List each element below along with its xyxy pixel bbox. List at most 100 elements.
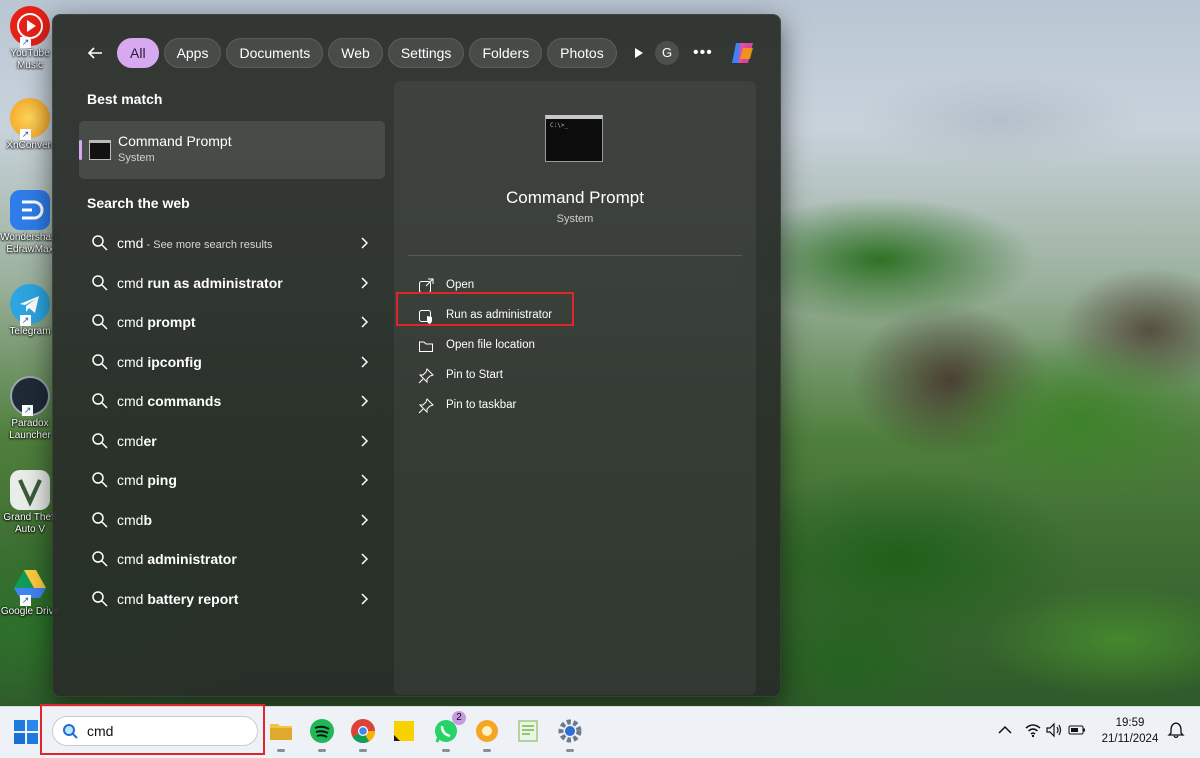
run-as-admin-highlight bbox=[396, 292, 574, 326]
web-suggestion[interactable]: cmd administrator bbox=[79, 541, 385, 581]
taskbar-app-sticky-notes[interactable] bbox=[390, 717, 418, 745]
more-filters-button[interactable] bbox=[625, 39, 651, 67]
chevron-up-icon[interactable] bbox=[996, 721, 1014, 739]
filter-web[interactable]: Web bbox=[328, 38, 383, 68]
system-clock[interactable]: 19:59 21/11/2024 bbox=[1097, 715, 1163, 747]
pin-icon bbox=[418, 398, 434, 414]
suggestion-text: cmd bbox=[117, 274, 148, 291]
taskbar-app-file-explorer[interactable] bbox=[267, 717, 295, 752]
chevron-right-icon bbox=[361, 513, 369, 526]
suggestion-bold: commands bbox=[147, 393, 222, 409]
suggestion-text: cmd bbox=[117, 432, 144, 449]
suggestion-text: cmd bbox=[117, 472, 148, 488]
edrawmax-icon bbox=[10, 190, 50, 230]
web-suggestion[interactable]: cmdb bbox=[79, 502, 385, 542]
desktop-icon-label: YouTube Music bbox=[10, 48, 50, 71]
notification-bell-icon[interactable] bbox=[1167, 721, 1185, 739]
taskbar-app-settings[interactable] bbox=[556, 717, 584, 752]
spotify-icon bbox=[310, 719, 334, 743]
taskbar-app-whatsapp[interactable]: 2 bbox=[432, 711, 466, 752]
search-web-heading: Search the web bbox=[87, 195, 190, 211]
back-button[interactable] bbox=[81, 39, 109, 67]
taskbar-app-spotify[interactable] bbox=[308, 717, 336, 752]
selection-indicator bbox=[79, 140, 82, 160]
filter-documents[interactable]: Documents bbox=[226, 38, 324, 68]
desktop-icon-youtube-music[interactable]: ↗ YouTube Music bbox=[0, 6, 60, 72]
pin-icon bbox=[418, 368, 434, 384]
windows-start-button[interactable] bbox=[13, 719, 39, 745]
desktop-icon-edrawmax[interactable]: Wondershare EdrawMax bbox=[0, 190, 60, 256]
suggestion-text: cmd bbox=[117, 590, 148, 607]
web-suggestion[interactable]: cmd ping bbox=[79, 462, 385, 502]
clock-time: 19:59 bbox=[1115, 717, 1145, 729]
suggestion-text: cmd bbox=[117, 314, 148, 330]
taskbar-app-chrome[interactable] bbox=[349, 717, 377, 752]
desktop-icon-label: Telegram bbox=[9, 326, 51, 337]
notepad-icon bbox=[518, 720, 538, 742]
suggestion-text: cmd bbox=[117, 353, 148, 370]
desktop-icon-gta-v[interactable]: Grand Theft Auto V bbox=[0, 470, 60, 536]
volume-icon[interactable] bbox=[1045, 721, 1063, 739]
chevron-right-icon bbox=[361, 237, 369, 249]
desktop-icon-telegram[interactable]: ↗ Telegram bbox=[0, 284, 60, 338]
web-suggestion[interactable]: cmd ipconfig bbox=[79, 344, 385, 384]
action-label: Pin to taskbar bbox=[446, 399, 517, 411]
search-icon bbox=[92, 511, 108, 528]
suggestion-text: cmd bbox=[117, 235, 144, 251]
desktop-icon-google-drive[interactable]: ↗ Google Drive bbox=[0, 564, 60, 618]
taskbar-app-notepad[interactable] bbox=[514, 717, 542, 745]
suggestion-text: cmd bbox=[117, 393, 148, 409]
chevron-right-icon bbox=[361, 355, 369, 368]
taskbar-app-xnconvert[interactable] bbox=[473, 717, 501, 752]
desktop-icon-label: Google Drive bbox=[0, 606, 60, 617]
search-icon bbox=[92, 432, 108, 449]
chevron-right-icon bbox=[361, 553, 369, 565]
chevron-right-icon bbox=[361, 592, 369, 605]
action-pin-to-taskbar[interactable]: Pin to taskbar bbox=[416, 391, 716, 421]
action-label: Open bbox=[446, 279, 475, 291]
results-column: Best match Command Prompt System Search … bbox=[79, 81, 385, 620]
filter-settings[interactable]: Settings bbox=[387, 38, 465, 68]
search-panel: All Apps Documents Web Settings Folders … bbox=[52, 14, 781, 697]
running-indicator bbox=[483, 749, 491, 752]
filter-all[interactable]: All bbox=[117, 38, 159, 68]
web-suggestion[interactable]: cmd commands bbox=[79, 383, 385, 423]
running-indicator bbox=[442, 749, 450, 752]
running-indicator bbox=[359, 749, 367, 752]
desktop-icon-label: Wondershare EdrawMax bbox=[0, 232, 60, 255]
suggestion-bold: battery report bbox=[147, 590, 239, 607]
chevron-right-icon bbox=[361, 395, 369, 407]
copilot-icon[interactable] bbox=[729, 39, 757, 67]
filter-folders[interactable]: Folders bbox=[469, 38, 543, 68]
youtube-music-icon: ↗ bbox=[10, 6, 50, 48]
search-icon bbox=[92, 393, 108, 409]
action-pin-to-start[interactable]: Pin to Start bbox=[416, 361, 716, 391]
suggestion-bold: ipconfig bbox=[147, 353, 202, 370]
battery-icon[interactable] bbox=[1068, 721, 1086, 739]
wifi-icon[interactable] bbox=[1024, 721, 1042, 739]
web-suggestion[interactable]: cmder bbox=[79, 423, 385, 463]
web-suggestion[interactable]: cmd - See more search results bbox=[79, 225, 385, 265]
best-match-command-prompt[interactable]: Command Prompt System bbox=[79, 121, 385, 179]
desktop-icon-label: XnConvert bbox=[6, 140, 54, 151]
search-icon bbox=[92, 314, 108, 330]
running-indicator bbox=[318, 749, 326, 752]
suggestion-text: cmd bbox=[117, 551, 148, 567]
more-options-button[interactable]: ••• bbox=[693, 44, 713, 62]
command-prompt-large-icon: C:\>_ bbox=[545, 115, 603, 162]
action-open-file-location[interactable]: Open file location bbox=[416, 331, 716, 361]
command-prompt-icon-text: C:\>_ bbox=[550, 122, 569, 129]
filter-photos[interactable]: Photos bbox=[547, 38, 617, 68]
filter-apps[interactable]: Apps bbox=[163, 38, 222, 68]
desktop-icon-paradox-launcher[interactable]: ↗ Paradox Launcher bbox=[0, 376, 60, 442]
gta-v-icon bbox=[10, 470, 50, 510]
web-suggestion[interactable]: cmd prompt bbox=[79, 304, 385, 344]
web-suggestion[interactable]: cmd run as administrator bbox=[79, 265, 385, 305]
suggestion-bold: er bbox=[143, 432, 157, 449]
detail-subtitle: System bbox=[556, 213, 594, 225]
account-avatar[interactable]: G bbox=[655, 41, 679, 65]
suggestion-bold: run as administrator bbox=[147, 274, 283, 291]
web-suggestion[interactable]: cmd battery report bbox=[79, 581, 385, 621]
desktop-icon-xnconvert[interactable]: ↗ XnConvert bbox=[0, 98, 60, 152]
command-prompt-icon bbox=[89, 140, 111, 160]
